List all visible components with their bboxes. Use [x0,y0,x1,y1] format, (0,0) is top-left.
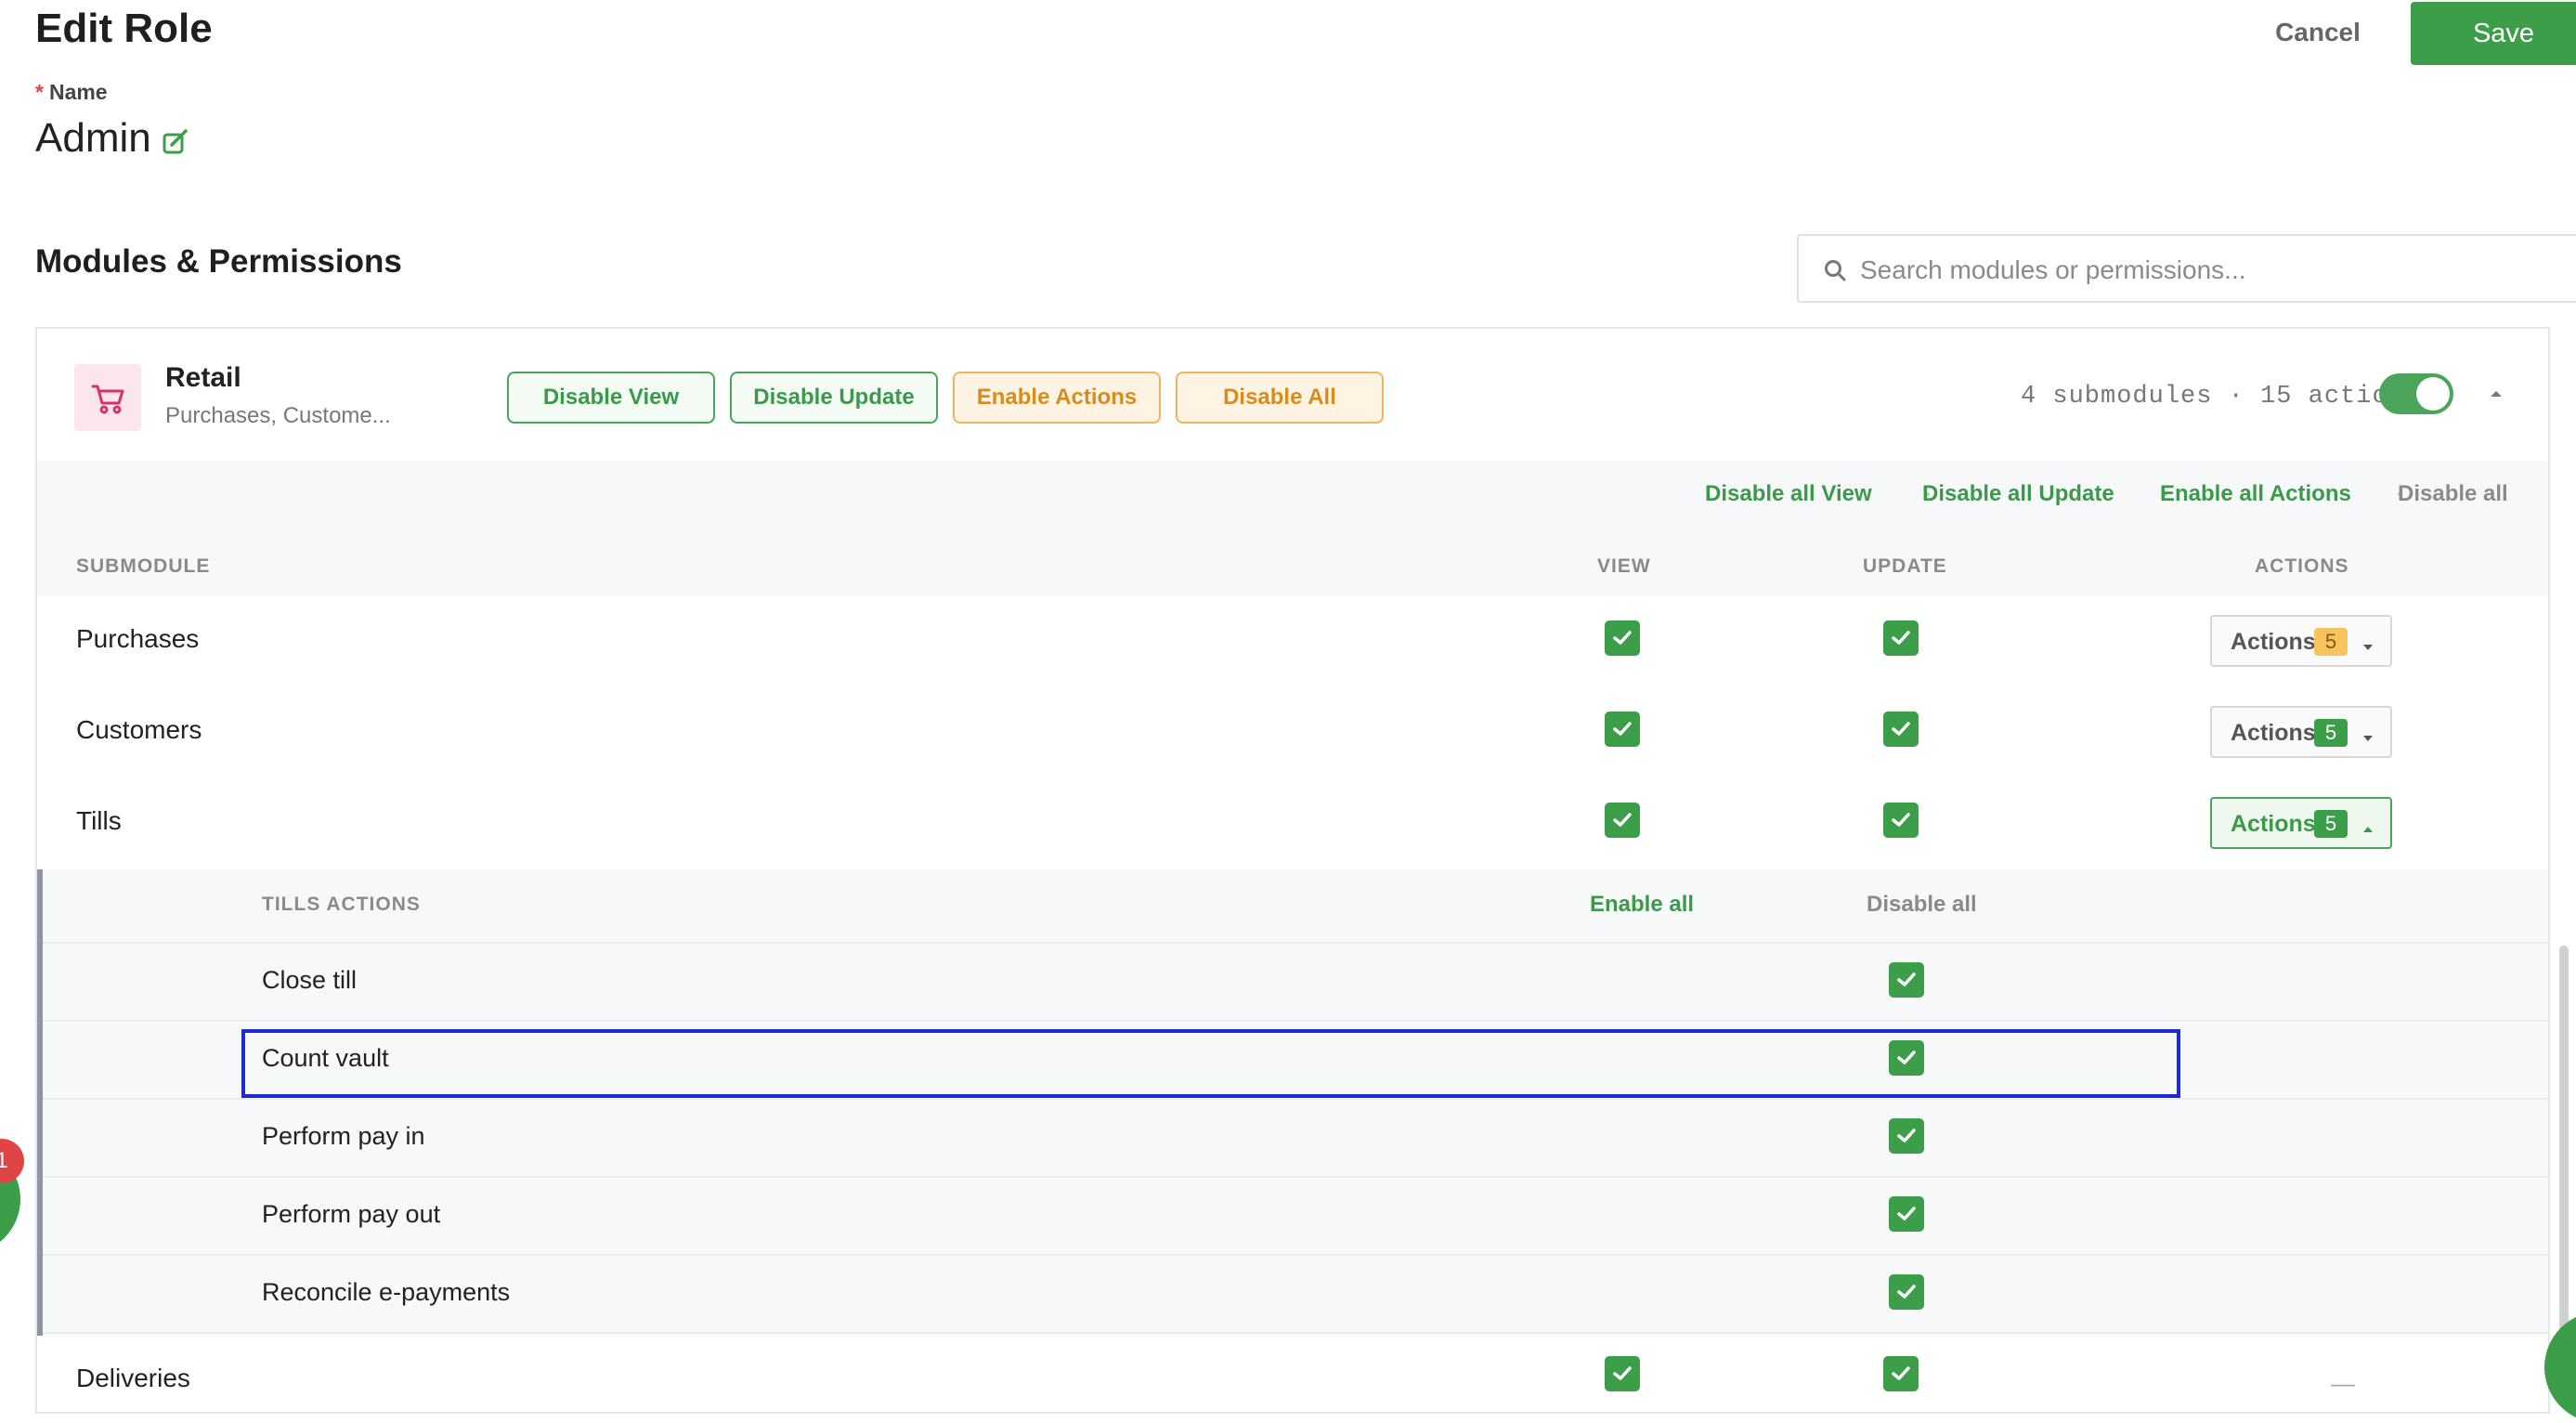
notification-badge: 1 [0,1139,24,1183]
enable-all-actions-link[interactable]: Enable all Actions [2160,481,2351,507]
view-checkbox[interactable] [1605,803,1640,838]
table-row: Deliveries — [37,1336,2548,1412]
module-panel-retail: Retail Purchases, Custome... Disable Vie… [35,327,2550,1414]
submodule-name: Tills [76,806,122,835]
column-header-update: UPDATE [1863,555,1947,577]
name-field-label: * Name [35,80,108,105]
action-checkbox[interactable] [1889,1274,1924,1310]
disable-all-update-link[interactable]: Disable all Update [1922,481,2114,507]
column-header-submodule: SUBMODULE [76,555,211,577]
save-button[interactable]: Save [2411,2,2576,65]
submodule-name: Purchases [76,624,200,653]
update-checkbox[interactable] [1883,803,1919,838]
action-name: Close till [262,966,358,994]
actions-label: Actions [2231,811,2316,837]
chevron-down-icon [2362,639,2374,650]
edit-icon[interactable] [162,128,189,156]
table-header: SUBMODULE VIEW UPDATE ACTIONS [37,533,2548,598]
search-icon [1823,258,1847,282]
module-subtitle: Purchases, Custome... [165,403,391,428]
actions-dropdown-button[interactable]: Actions 5 [2210,797,2392,849]
column-header-actions: ACTIONS [2255,555,2349,577]
update-checkbox[interactable] [1883,1356,1919,1391]
chevron-up-icon [2362,821,2374,832]
action-name: Perform pay out [262,1200,441,1228]
action-checkbox[interactable] [1889,1118,1924,1154]
tills-actions-header: TILLS ACTIONS Enable all Disable all [43,869,2548,944]
action-checkbox[interactable] [1889,962,1924,998]
chevron-up-icon[interactable] [2485,385,2507,403]
action-row: Count vault [43,1020,2548,1100]
module-counts: 4 submodules · 15 actions [2021,383,2421,411]
view-checkbox[interactable] [1605,1356,1640,1391]
action-name: Perform pay in [262,1122,425,1150]
module-header[interactable]: Retail Purchases, Custome... Disable Vie… [37,329,2548,463]
table-row: Customers Actions 5 [37,687,2548,780]
action-row: Reconcile e-payments [43,1254,2548,1334]
submodule-name: Customers [76,715,202,744]
action-row: Close till [43,942,2548,1022]
column-header-view: VIEW [1597,555,1651,577]
module-name: Retail [165,362,241,393]
tills-actions-title: TILLS ACTIONS [262,894,421,915]
view-checkbox[interactable] [1605,712,1640,747]
cancel-button[interactable]: Cancel [2242,0,2394,65]
actions-dropdown-button[interactable]: Actions 5 [2210,706,2392,758]
action-name: Count vault [262,1044,389,1072]
view-checkbox[interactable] [1605,620,1640,656]
toggle-knob [2416,377,2450,411]
no-actions-dash: — [2331,1369,2355,1397]
actions-count-badge: 5 [2314,719,2348,747]
actions-label: Actions [2231,720,2316,746]
action-row: Perform pay out [43,1176,2548,1256]
table-row: Tills Actions 5 [37,778,2548,871]
module-toggle[interactable] [2379,373,2453,414]
submodule-name: Deliveries [76,1364,190,1392]
search-input[interactable] [1858,249,2576,292]
enable-all-link[interactable]: Enable all [1590,892,1694,918]
tills-actions-panel: TILLS ACTIONS Enable all Disable all Clo… [37,869,2548,1336]
action-name: Reconcile e-payments [262,1278,511,1306]
disable-all-link[interactable]: Disable all [1867,892,1977,918]
actions-count-badge: 5 [2314,628,2348,656]
section-title: Modules & Permissions [35,243,402,280]
action-checkbox[interactable] [1889,1196,1924,1232]
role-name-value[interactable]: Admin [35,115,151,162]
chevron-down-icon [2362,730,2374,741]
disable-all-button[interactable]: Disable All [1176,372,1384,424]
disable-view-button[interactable]: Disable View [507,372,715,424]
update-checkbox[interactable] [1883,712,1919,747]
disable-update-button[interactable]: Disable Update [730,372,938,424]
search-box[interactable] [1797,234,2576,303]
cart-icon [74,364,141,431]
actions-count-badge: 5 [2314,810,2348,838]
page-title: Edit Role [35,6,213,51]
bulk-actions-row: Disable all View Disable all Update Enab… [37,461,2548,535]
scrollbar-thumb[interactable] [2559,946,2569,1382]
table-row: Purchases Actions 5 [37,596,2548,689]
required-mark: * [35,80,44,104]
disable-all-view-link[interactable]: Disable all View [1705,481,1872,507]
enable-actions-button[interactable]: Enable Actions [953,372,1161,424]
disable-all-link[interactable]: Disable all [2398,481,2508,507]
update-checkbox[interactable] [1883,620,1919,656]
action-row: Perform pay in [43,1098,2548,1178]
actions-dropdown-button[interactable]: Actions 5 [2210,615,2392,667]
actions-label: Actions [2231,629,2316,655]
name-label-text: Name [48,80,108,104]
action-checkbox[interactable] [1889,1040,1924,1076]
